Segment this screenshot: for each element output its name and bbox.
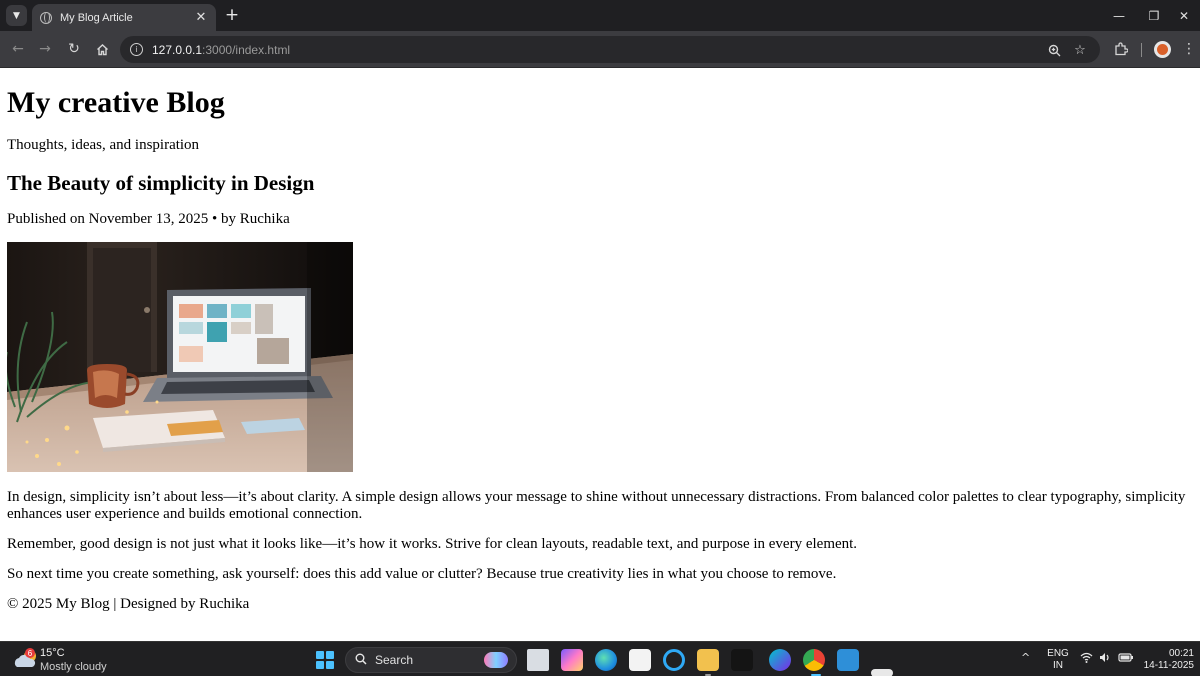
url-path: :3000/index.html xyxy=(202,42,291,57)
search-highlight-icon xyxy=(484,652,508,668)
tab-title: My Blog Article xyxy=(60,11,133,24)
microsoft-store-icon[interactable] xyxy=(629,649,651,671)
battery-icon[interactable] xyxy=(1118,652,1134,666)
bookmark-star-icon[interactable]: ☆ xyxy=(1071,41,1089,59)
cortana-icon[interactable] xyxy=(663,649,685,671)
canva-icon[interactable] xyxy=(769,649,791,671)
chrome-browser-icon[interactable] xyxy=(803,649,825,671)
forward-arrow-icon[interactable]: → xyxy=(33,37,57,61)
vscode-icon[interactable] xyxy=(837,649,859,671)
terminal-app-icon[interactable] xyxy=(731,649,753,671)
article-meta: Published on November 13, 2025 • by Ruch… xyxy=(7,211,290,227)
tray-chevron-up-icon[interactable]: ^ xyxy=(1021,651,1030,664)
extensions-puzzle-icon[interactable] xyxy=(1110,38,1132,60)
page-footer: © 2025 My Blog | Designed by Ruchika xyxy=(7,596,250,612)
window-close-icon[interactable]: ✕ xyxy=(1166,0,1200,31)
overflow-app-icon[interactable] xyxy=(871,669,893,676)
kebab-menu-icon[interactable]: ⋮ xyxy=(1178,38,1200,60)
url-host: 127.0.0.1 xyxy=(152,42,203,57)
windows-taskbar: 6 15°C Mostly cloudy Search ^ ENG IN 00:… xyxy=(0,641,1200,676)
article-hero-image xyxy=(7,242,353,472)
site-info-icon[interactable]: i xyxy=(130,43,143,56)
back-arrow-icon[interactable]: ← xyxy=(6,37,30,61)
language-code: ENG xyxy=(1047,648,1069,659)
article-paragraph-1: In design, simplicity isn’t about less—i… xyxy=(7,489,1186,522)
search-label: Search xyxy=(375,653,414,667)
clock-date: 14-11-2025 xyxy=(1143,660,1194,671)
profile-avatar[interactable] xyxy=(1154,41,1171,58)
globe-icon xyxy=(40,11,52,24)
task-view-icon[interactable] xyxy=(527,649,549,671)
tab-my-blog-article[interactable]: My Blog Article ✕ xyxy=(32,4,216,31)
weather-alert-badge: 6 xyxy=(28,649,33,658)
weather-temperature[interactable]: 15°C xyxy=(40,647,65,659)
weather-widget-cloud-icon[interactable]: 6 xyxy=(13,647,39,671)
new-tab-plus-icon[interactable]: + xyxy=(222,4,242,26)
search-icon xyxy=(355,653,367,668)
home-icon[interactable] xyxy=(90,37,114,61)
clock-time: 00:21 xyxy=(1168,648,1194,659)
wifi-icon[interactable] xyxy=(1080,652,1093,666)
zoom-icon[interactable] xyxy=(1045,41,1063,59)
site-title: My creative Blog xyxy=(7,86,225,119)
browser-tab-strip: ▼ My Blog Article ✕ + — ❐ ✕ xyxy=(0,0,1200,31)
system-clock[interactable]: 00:21 14-11-2025 xyxy=(1136,648,1194,672)
region-code: IN xyxy=(1053,660,1063,671)
copilot-icon[interactable] xyxy=(561,649,583,671)
minimize-icon[interactable]: — xyxy=(1101,0,1137,31)
toolbar-divider xyxy=(1141,43,1142,57)
volume-icon[interactable] xyxy=(1099,652,1112,666)
edge-browser-icon[interactable] xyxy=(595,649,617,671)
article-title: The Beauty of simplicity in Design xyxy=(7,171,315,195)
weather-description[interactable]: Mostly cloudy xyxy=(40,661,107,673)
address-bar[interactable]: i 127.0.0.1:3000/index.html ☆ xyxy=(120,36,1100,63)
article-paragraph-3: So next time you create something, ask y… xyxy=(7,566,837,582)
close-icon[interactable]: ✕ xyxy=(194,10,208,25)
tab-search-chevron-down-icon[interactable]: ▼ xyxy=(6,5,27,26)
reload-icon[interactable]: ↻ xyxy=(62,37,86,61)
article-paragraph-2: Remember, good design is not just what i… xyxy=(7,536,858,552)
start-windows-icon[interactable] xyxy=(316,651,334,669)
file-explorer-icon[interactable] xyxy=(697,649,719,671)
taskbar-search-box[interactable]: Search xyxy=(345,647,517,673)
language-indicator[interactable]: ENG IN xyxy=(1047,648,1069,672)
browser-toolbar: ← → ↻ i 127.0.0.1:3000/index.html ☆ ⋮ xyxy=(0,31,1200,68)
site-tagline: Thoughts, ideas, and inspiration xyxy=(7,137,200,153)
